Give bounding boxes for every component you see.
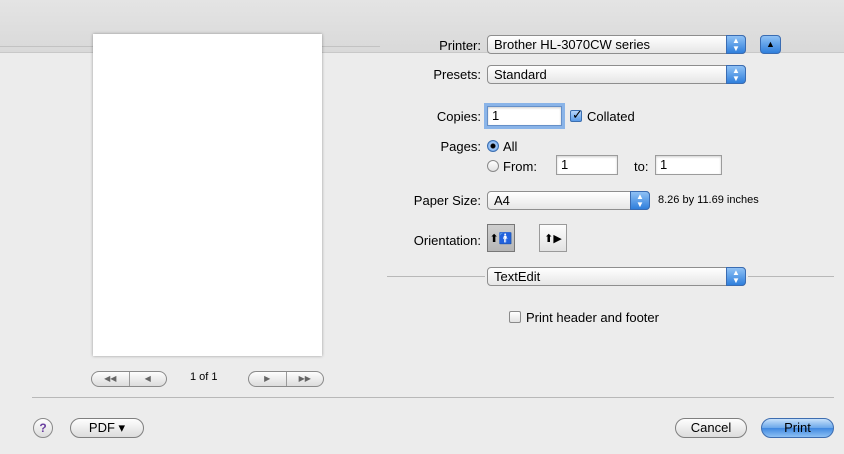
app-settings-value: TextEdit <box>494 269 541 284</box>
pages-to-input[interactable]: 1 <box>655 155 722 175</box>
printer-value: Brother HL-3070CW series <box>494 37 651 52</box>
up-down-arrows-icon: ▲ ▼ <box>726 35 746 54</box>
pages-from-input[interactable]: 1 <box>556 155 618 175</box>
up-down-arrows-icon: ▲ ▼ <box>630 191 650 210</box>
portrait-icon: ⬆🚹 <box>489 232 513 245</box>
last-page-button[interactable]: ▶▶ <box>285 372 324 386</box>
paper-size-label: Paper Size: <box>413 193 481 208</box>
orientation-portrait-button[interactable]: ⬆🚹 <box>487 224 515 252</box>
print-header-footer-label: Print header and footer <box>526 310 659 325</box>
preview-back-controls: ◀◀ ◀ <box>91 371 167 387</box>
disclosure-up-icon: ▲ <box>766 39 775 49</box>
up-down-arrows-icon: ▲ ▼ <box>726 65 746 84</box>
pages-from-radio[interactable] <box>487 160 499 172</box>
paper-size-select[interactable]: A4 ▲ ▼ <box>487 191 650 210</box>
presets-select[interactable]: Standard ▲ ▼ <box>487 65 746 84</box>
pages-from-label: From: <box>503 159 537 174</box>
collated-checkbox[interactable]: ✓ <box>570 107 583 122</box>
help-button[interactable]: ? <box>33 418 53 438</box>
paper-dimensions: 8.26 by 11.69 inches <box>658 194 759 206</box>
pages-label: Pages: <box>440 139 481 154</box>
pages-to-label: to: <box>634 159 649 174</box>
copies-label: Copies: <box>436 109 481 124</box>
section-divider-left <box>387 276 485 277</box>
app-settings-select[interactable]: TextEdit ▲ ▼ <box>487 267 746 286</box>
footer-divider <box>32 397 834 398</box>
printer-select[interactable]: Brother HL-3070CW series ▲ ▼ <box>487 35 746 54</box>
preview-forward-controls: ▶ ▶▶ <box>248 371 324 387</box>
section-divider-right <box>748 276 834 277</box>
pages-all-radio[interactable] <box>487 140 499 152</box>
up-down-arrows-icon: ▲ ▼ <box>726 267 746 286</box>
pdf-menu-button[interactable]: PDF ▾ <box>70 418 144 438</box>
collated-label: Collated <box>587 109 635 124</box>
copies-input[interactable]: 1 <box>487 106 562 126</box>
first-page-button[interactable]: ◀◀ <box>92 372 129 386</box>
previous-page-button[interactable]: ◀ <box>128 372 167 386</box>
print-preview-page <box>93 34 322 356</box>
presets-value: Standard <box>494 67 547 82</box>
orientation-landscape-button[interactable]: ⬆▶ <box>539 224 567 252</box>
checkmark-icon: ✓ <box>572 107 583 122</box>
paper-size-value: A4 <box>494 193 510 208</box>
printer-label: Printer: <box>439 38 481 53</box>
page-indicator: 1 of 1 <box>190 371 218 383</box>
print-header-footer-checkbox[interactable] <box>509 311 521 323</box>
collapse-details-button[interactable]: ▲ <box>760 35 781 54</box>
orientation-label: Orientation: <box>413 233 481 248</box>
cancel-button[interactable]: Cancel <box>675 418 747 438</box>
next-page-button[interactable]: ▶ <box>249 372 286 386</box>
landscape-icon: ⬆▶ <box>544 232 562 245</box>
print-button[interactable]: Print <box>761 418 834 438</box>
pages-all-label: All <box>503 139 518 154</box>
presets-label: Presets: <box>433 67 481 82</box>
